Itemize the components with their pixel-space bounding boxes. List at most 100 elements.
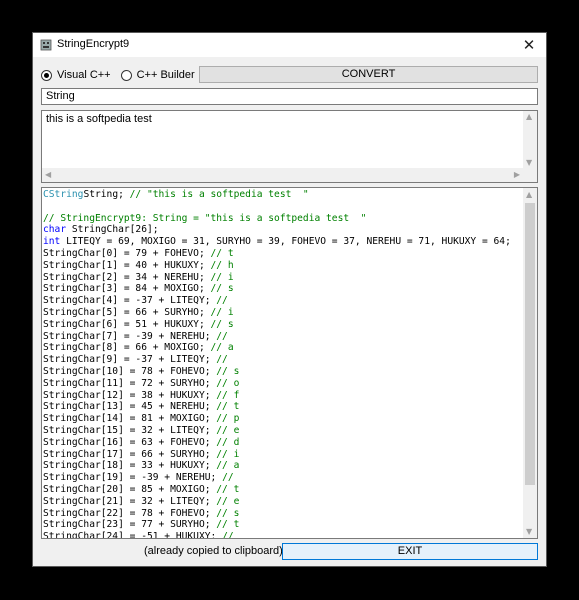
code-line: CStringString; // "this is a softpedia t… xyxy=(43,189,523,201)
code-token: StringChar[8] = 66 + MOXIGO; xyxy=(43,342,211,354)
code-token: StringChar[6] = 51 + HUKUXY; xyxy=(43,318,211,330)
code-token: // StringEncrypt9: String = "this is a s… xyxy=(43,212,367,224)
convert-button[interactable]: CONVERT xyxy=(199,66,538,83)
source-text: this is a softpedia test xyxy=(46,113,152,125)
scroll-corner xyxy=(523,168,537,182)
code-token: StringChar[10] = 78 + FOHEVO; xyxy=(43,365,217,377)
code-token: StringChar[19] = -39 + NEREHU; xyxy=(43,472,223,484)
code-token: StringChar[2] = 34 + NEREHU; xyxy=(43,271,211,283)
code-line: StringChar[20] = 85 + MOXIGO; // t xyxy=(43,484,523,496)
code-token: // s xyxy=(216,365,240,377)
code-token: // i xyxy=(210,271,234,283)
source-vertical-scrollbar[interactable]: ▲ ▼ xyxy=(523,111,537,168)
code-token: StringChar[9] = -37 + LITEQY; xyxy=(43,354,217,366)
code-token: // o xyxy=(216,377,240,389)
code-line: StringChar[10] = 78 + FOHEVO; // s xyxy=(43,366,523,378)
code-token: StringChar[21] = 32 + LITEQY; xyxy=(43,495,217,507)
code-token: StringChar[7] = -39 + NEREHU; xyxy=(43,330,217,342)
code-scroll-thumb[interactable] xyxy=(525,203,535,485)
code-line: StringChar[5] = 66 + SURYHO; // i xyxy=(43,307,523,319)
code-token: // xyxy=(216,354,228,366)
code-line: StringChar[17] = 66 + SURYHO; // i xyxy=(43,449,523,461)
code-line: StringChar[1] = 40 + HUKUXY; // h xyxy=(43,260,523,272)
code-vertical-scrollbar[interactable]: ▲ ▼ xyxy=(523,188,537,538)
clipboard-status: (already copied to clipboard) xyxy=(144,545,283,557)
code-token: // t xyxy=(210,247,234,259)
code-token: int xyxy=(43,236,61,248)
code-line: StringChar[21] = 32 + LITEQY; // e xyxy=(43,496,523,508)
compiler-options: Visual C++ C++ Builder xyxy=(41,67,205,83)
code-token: StringChar[23] = 77 + SURYHO; xyxy=(43,519,217,531)
radio-visual-cpp[interactable] xyxy=(41,69,52,81)
code-token: // i xyxy=(210,306,234,318)
code-token: CString xyxy=(43,189,84,200)
code-token: StringChar[22] = 78 + FOHEVO; xyxy=(43,507,217,519)
code-token: StringChar[18] = 33 + HUKUXY; xyxy=(43,460,217,472)
window-title: StringEncrypt9 xyxy=(57,38,130,50)
code-token: StringChar[17] = 66 + SURYHO; xyxy=(43,448,217,460)
source-text-input[interactable]: this is a softpedia test ▲ ▼ ◀ ▶ xyxy=(41,110,538,183)
scroll-up-icon[interactable]: ▲ xyxy=(526,112,532,121)
code-line: StringChar[12] = 38 + HUKUXY; // f xyxy=(43,390,523,402)
code-line: StringChar[13] = 45 + NEREHU; // t xyxy=(43,401,523,413)
code-token: // t xyxy=(216,483,240,495)
code-token: StringChar[16] = 63 + FOHEVO; xyxy=(43,436,217,448)
code-token: // a xyxy=(216,460,240,472)
code-token: StringChar[13] = 45 + NEREHU; xyxy=(43,401,217,413)
code-token: // e xyxy=(216,424,240,436)
code-line: StringChar[11] = 72 + SURYHO; // o xyxy=(43,378,523,390)
code-token: // p xyxy=(216,413,240,425)
code-token: StringChar[26]; xyxy=(66,224,159,236)
code-token: LITEQY = 69, MOXIGO = 31, SURYHO = 39, F… xyxy=(60,236,511,248)
code-line: StringChar[0] = 79 + FOHEVO; // t xyxy=(43,248,523,260)
scroll-left-icon[interactable]: ◀ xyxy=(45,170,51,179)
code-line: StringChar[18] = 33 + HUKUXY; // a xyxy=(43,460,523,472)
code-scroll-down-icon[interactable]: ▼ xyxy=(526,527,532,536)
code-line: StringChar[22] = 78 + FOHEVO; // s xyxy=(43,508,523,520)
code-line: StringChar[24] = -51 + HUKUXY; // xyxy=(43,531,523,539)
code-line: StringChar[19] = -39 + NEREHU; // xyxy=(43,472,523,484)
code-token: String; xyxy=(83,189,130,200)
source-horizontal-scrollbar[interactable]: ◀ ▶ xyxy=(42,168,523,182)
main-window: StringEncrypt9 ✕ Visual C++ C++ Builder … xyxy=(32,32,547,567)
radio-visual-cpp-label[interactable]: Visual C++ xyxy=(57,69,111,81)
code-lines: CStringString; // "this is a softpedia t… xyxy=(43,189,523,539)
code-line: int LITEQY = 69, MOXIGO = 31, SURYHO = 3… xyxy=(43,236,523,248)
code-token: // f xyxy=(216,389,240,401)
code-scroll-up-icon[interactable]: ▲ xyxy=(526,190,532,199)
code-token: StringChar[0] = 79 + FOHEVO; xyxy=(43,247,211,259)
code-token: char xyxy=(43,224,67,236)
scroll-right-icon[interactable]: ▶ xyxy=(514,170,520,179)
code-token: // xyxy=(222,472,234,484)
code-token: StringChar[20] = 85 + MOXIGO; xyxy=(43,483,217,495)
close-icon: ✕ xyxy=(522,36,536,54)
code-token: StringChar[12] = 38 + HUKUXY; xyxy=(43,389,217,401)
code-token: // "this is a softpedia test " xyxy=(129,189,309,200)
code-token: StringChar[11] = 72 + SURYHO; xyxy=(43,377,217,389)
output-code-area[interactable]: CStringString; // "this is a softpedia t… xyxy=(41,187,538,539)
code-line: StringChar[14] = 81 + MOXIGO; // p xyxy=(43,413,523,425)
code-line: StringChar[8] = 66 + MOXIGO; // a xyxy=(43,342,523,354)
code-token: StringChar[5] = 66 + SURYHO; xyxy=(43,306,211,318)
code-token: StringChar[14] = 81 + MOXIGO; xyxy=(43,413,217,425)
code-line: StringChar[23] = 77 + SURYHO; // t xyxy=(43,519,523,531)
code-line: StringChar[9] = -37 + LITEQY; // xyxy=(43,354,523,366)
code-token: // xyxy=(216,295,228,307)
radio-cpp-builder-label[interactable]: C++ Builder xyxy=(137,69,195,81)
close-button[interactable]: ✕ xyxy=(512,33,546,57)
code-line: // StringEncrypt9: String = "this is a s… xyxy=(43,213,523,225)
code-token: // xyxy=(216,330,228,342)
code-token: StringChar[24] = -51 + HUKUXY; xyxy=(43,531,223,539)
code-token: StringChar[3] = 84 + MOXIGO; xyxy=(43,283,211,295)
code-token: // s xyxy=(216,507,240,519)
exit-button[interactable]: EXIT xyxy=(282,543,538,560)
code-line: StringChar[7] = -39 + NEREHU; // xyxy=(43,331,523,343)
code-line: StringChar[3] = 84 + MOXIGO; // s xyxy=(43,283,523,295)
code-token: // t xyxy=(216,519,240,531)
scroll-down-icon[interactable]: ▼ xyxy=(526,158,532,167)
radio-cpp-builder[interactable] xyxy=(120,69,132,81)
variable-name-input[interactable]: String xyxy=(41,88,538,105)
code-token: StringChar[4] = -37 + LITEQY; xyxy=(43,295,217,307)
code-line: StringChar[15] = 32 + LITEQY; // e xyxy=(43,425,523,437)
